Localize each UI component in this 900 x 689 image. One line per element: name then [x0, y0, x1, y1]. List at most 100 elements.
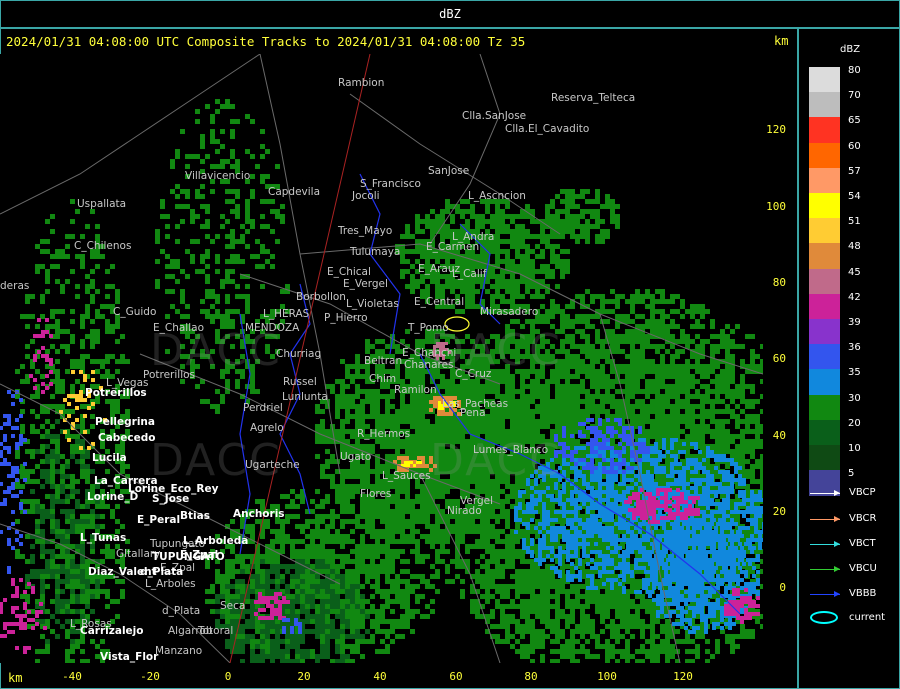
echo-pixel — [725, 349, 730, 354]
echo-pixel — [665, 404, 670, 409]
echo-pixel — [440, 229, 445, 234]
echo-pixel — [745, 469, 750, 474]
echo-pixel — [735, 324, 740, 329]
echo-pixel — [655, 389, 660, 394]
echo-pixel — [330, 479, 335, 484]
echo-pixel — [580, 629, 585, 634]
echo-pixel — [580, 604, 585, 609]
echo-pixel — [480, 219, 485, 224]
echo-pixel — [500, 584, 505, 589]
echo-pixel — [730, 389, 735, 394]
echo-pixel — [570, 404, 575, 409]
echo-pixel — [500, 539, 505, 544]
echo-pixel — [695, 334, 700, 339]
echo-pixel — [600, 399, 605, 404]
echo-pixel — [760, 624, 763, 629]
echo-pixel — [740, 629, 745, 634]
echo-pixel — [545, 264, 550, 269]
echo-pixel — [350, 404, 355, 409]
echo-pixel — [470, 429, 475, 434]
echo-pixel — [565, 414, 570, 419]
echo-pixel — [675, 409, 680, 414]
echo-pixel — [400, 484, 405, 489]
echo-pixel — [685, 369, 690, 374]
echo-pixel — [545, 274, 550, 279]
echo-pixel — [440, 424, 445, 429]
echo-pixel — [755, 459, 760, 464]
echo-pixel — [515, 254, 520, 259]
echo-pixel — [760, 464, 763, 469]
echo-pixel — [375, 394, 380, 399]
echo-pixel — [360, 409, 365, 414]
echo-pixel — [670, 654, 675, 659]
echo-pixel — [540, 574, 545, 579]
echo-pixel — [565, 264, 570, 269]
echo-pixel — [405, 414, 410, 419]
echo-pixel — [755, 619, 760, 624]
echo-pixel — [340, 504, 345, 509]
echo-pixel — [560, 609, 565, 614]
echo-pixel — [610, 214, 615, 219]
echo-pixel — [725, 374, 730, 379]
echo-pixel — [575, 659, 580, 663]
echo-pixel — [420, 289, 425, 294]
echo-pixel — [550, 419, 555, 424]
echo-pixel — [650, 424, 655, 429]
echo-pixel — [740, 409, 745, 414]
echo-pixel — [410, 274, 415, 279]
echo-pixel — [635, 404, 640, 409]
echo-pixel — [455, 209, 460, 214]
echo-pixel — [470, 389, 475, 394]
echo-pixel — [470, 209, 475, 214]
echo-pixel — [525, 494, 530, 499]
echo-pixel — [540, 314, 545, 319]
echo-pixel — [395, 484, 400, 489]
echo-pixel — [545, 419, 550, 424]
echo-pixel — [355, 364, 360, 369]
echo-pixel — [410, 399, 415, 404]
echo-pixel — [355, 474, 360, 479]
echo-pixel — [520, 409, 525, 414]
echo-pixel — [540, 639, 545, 644]
echo-pixel — [675, 309, 680, 314]
echo-pixel — [470, 604, 475, 609]
echo-pixel — [575, 594, 580, 599]
echo-pixel — [620, 619, 625, 624]
echo-pixel — [530, 379, 535, 384]
echo-pixel — [340, 359, 345, 364]
echo-pixel — [545, 399, 550, 404]
echo-pixel — [695, 654, 700, 659]
echo-pixel — [540, 229, 545, 234]
echo-pixel — [475, 489, 480, 494]
echo-pixel — [595, 369, 600, 374]
echo-pixel — [495, 554, 500, 559]
echo-pixel — [320, 469, 325, 474]
echo-pixel — [655, 404, 660, 409]
echo-pixel — [605, 609, 610, 614]
echo-pixel — [660, 629, 665, 634]
echo-pixel — [585, 319, 590, 324]
echo-pixel — [480, 574, 485, 579]
echo-pixel — [410, 449, 415, 454]
echo-pixel — [655, 619, 660, 624]
echo-pixel — [645, 409, 650, 414]
echo-pixel — [740, 429, 745, 434]
echo-pixel — [650, 324, 655, 329]
echo-pixel — [490, 554, 495, 559]
echo-pixel — [445, 384, 450, 389]
echo-pixel — [545, 219, 550, 224]
echo-pixel — [525, 229, 530, 234]
echo-pixel — [550, 659, 555, 663]
echo-pixel — [550, 309, 555, 314]
echo-pixel — [745, 449, 750, 454]
echo-pixel — [560, 199, 565, 204]
echo-pixel — [625, 389, 630, 394]
echo-pixel — [515, 294, 520, 299]
echo-pixel — [680, 349, 685, 354]
echo-pixel — [535, 404, 540, 409]
echo-pixel — [515, 429, 520, 434]
echo-pixel — [690, 424, 695, 429]
echo-pixel — [520, 529, 525, 534]
echo-pixel — [590, 324, 595, 329]
echo-pixel — [515, 584, 520, 589]
